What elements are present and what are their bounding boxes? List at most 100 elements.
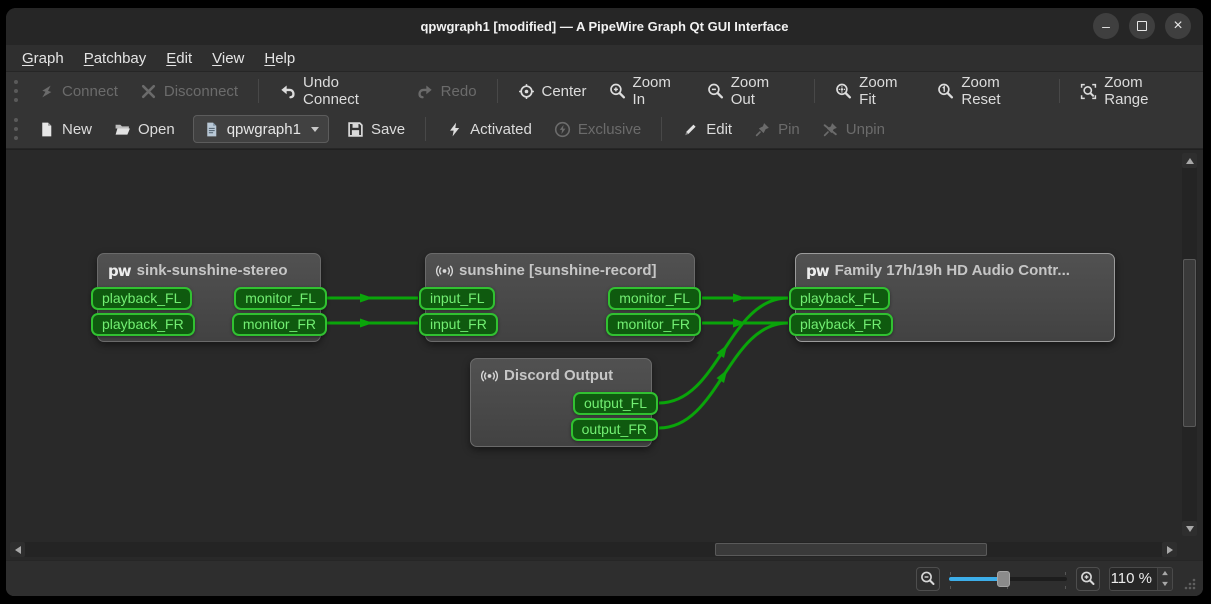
disconnect-button[interactable]: Disconnect [130, 76, 248, 106]
zoom-spinbox[interactable]: 110 % [1109, 567, 1173, 591]
port-input_FL[interactable]: input_FL [419, 287, 495, 310]
new-file-icon [38, 121, 55, 138]
window-title: qpwgraph1 [modified] — A PipeWire Graph … [420, 19, 788, 34]
menubar: Graph Patchbay Edit View Help [6, 45, 1203, 72]
menu-view[interactable]: View [202, 47, 254, 70]
slider-tick [950, 586, 951, 589]
vertical-scrollbar-thumb[interactable] [1183, 259, 1196, 427]
zoom-fit-label: Zoom Fit [859, 74, 915, 108]
port-monitor_FR[interactable]: monitor_FR [606, 313, 701, 336]
minimize-button[interactable]: – [1093, 13, 1119, 39]
activated-icon [446, 121, 463, 138]
edit-button[interactable]: Edit [672, 114, 742, 144]
port-playback_FR[interactable]: playback_FR [789, 313, 893, 336]
scroll-left-button[interactable] [10, 542, 25, 557]
patchbay-selector[interactable]: qpwgraph1 [193, 115, 329, 143]
menu-patchbay[interactable]: Patchbay [74, 47, 157, 70]
graph-node-sink-sunshine-stereo[interactable]: pw sink-sunshine-stereo playback_FL moni… [97, 253, 321, 342]
port-playback_FL[interactable]: playback_FL [789, 287, 890, 310]
window-resize-grip[interactable] [1183, 577, 1197, 591]
graph-canvas[interactable]: pw sink-sunshine-stereo playback_FL moni… [6, 149, 1203, 560]
graph-toolbar: Connect Disconnect Undo Connect Redo [6, 72, 1203, 110]
disconnect-icon [140, 83, 157, 100]
graph-node-family-hd-audio[interactable]: pw Family 17h/19h HD Audio Contr... play… [795, 253, 1115, 342]
port-playback_FL[interactable]: playback_FL [91, 287, 192, 310]
graph-node-sunshine[interactable]: sunshine [sunshine-record] input_FL moni… [425, 253, 695, 342]
save-button[interactable]: Save [337, 114, 415, 144]
node-title: Family 17h/19h HD Audio Contr... [835, 262, 1070, 279]
open-label: Open [138, 121, 175, 138]
slider-tick [950, 572, 951, 575]
scroll-right-button[interactable] [1162, 542, 1177, 557]
minimize-icon: – [1102, 19, 1110, 33]
close-button[interactable]: × [1165, 13, 1191, 39]
pin-button[interactable]: Pin [744, 114, 810, 144]
horizontal-scrollbar-thumb[interactable] [715, 543, 987, 556]
slider-tick [1065, 586, 1066, 589]
node-title: sunshine [sunshine-record] [459, 262, 657, 279]
scroll-down-button[interactable] [1182, 521, 1197, 536]
port-monitor_FR[interactable]: monitor_FR [232, 313, 327, 336]
port-output_FL[interactable]: output_FL [573, 392, 658, 415]
port-monitor_FL[interactable]: monitor_FL [608, 287, 701, 310]
toolbar-separator [661, 117, 662, 141]
undo-connect-button[interactable]: Undo Connect [269, 76, 405, 106]
zoom-out-icon [707, 83, 724, 100]
window-controls: – × [1093, 13, 1191, 39]
exclusive-button[interactable]: Exclusive [544, 114, 651, 144]
horizontal-scrollbar[interactable] [10, 542, 1177, 557]
maximize-icon [1137, 21, 1147, 31]
port-monitor_FL[interactable]: monitor_FL [234, 287, 327, 310]
toolbar-separator [425, 117, 426, 141]
broadcast-icon [436, 262, 453, 279]
vertical-scrollbar[interactable] [1182, 153, 1197, 536]
port-output_FR[interactable]: output_FR [571, 418, 658, 441]
menu-graph[interactable]: Graph [12, 47, 74, 70]
menu-edit[interactable]: Edit [156, 47, 202, 70]
titlebar[interactable]: qpwgraph1 [modified] — A PipeWire Graph … [6, 8, 1203, 45]
center-button[interactable]: Center [508, 76, 597, 106]
node-header: Discord Output [471, 359, 651, 392]
node-header: pw sink-sunshine-stereo [98, 254, 320, 287]
undo-connect-label: Undo Connect [303, 74, 395, 108]
toolbar-separator [497, 79, 498, 103]
statusbar-zoom-in-button[interactable] [1076, 567, 1100, 591]
arrow-up-icon [1186, 158, 1194, 164]
statusbar-zoom-out-button[interactable] [916, 567, 940, 591]
maximize-button[interactable] [1129, 13, 1155, 39]
zoom-fit-button[interactable]: Zoom Fit [825, 76, 925, 106]
open-button[interactable]: Open [104, 114, 185, 144]
unpin-button[interactable]: Unpin [812, 114, 895, 144]
spin-up-button[interactable] [1158, 568, 1172, 579]
connect-button[interactable]: Connect [28, 76, 128, 106]
zoom-fit-icon [835, 83, 852, 100]
zoom-spinbox-value[interactable]: 110 % [1110, 568, 1157, 590]
activated-button[interactable]: Activated [436, 114, 542, 144]
redo-label: Redo [441, 83, 477, 100]
patchbay-selector-value: qpwgraph1 [227, 121, 301, 138]
toolbar-separator [814, 79, 815, 103]
zoom-slider[interactable] [949, 568, 1067, 590]
port-input_FR[interactable]: input_FR [419, 313, 498, 336]
spin-down-button[interactable] [1158, 579, 1172, 590]
slider-fill [949, 577, 1001, 581]
scroll-up-button[interactable] [1182, 153, 1197, 168]
zoom-reset-button[interactable]: Zoom Reset [927, 76, 1049, 106]
chevron-down-icon [311, 127, 319, 132]
zoom-out-label: Zoom Out [731, 74, 794, 108]
new-button[interactable]: New [28, 114, 102, 144]
toolbar-separator [258, 79, 259, 103]
graph-node-discord-output[interactable]: Discord Output output_FL output_FR [470, 358, 652, 447]
arrow-down-icon [1162, 582, 1168, 586]
edit-label: Edit [706, 121, 732, 138]
menu-help[interactable]: Help [254, 47, 305, 70]
toolbar-drag-handle[interactable] [14, 80, 18, 102]
zoom-range-button[interactable]: Zoom Range [1070, 76, 1197, 106]
slider-handle[interactable] [997, 571, 1010, 587]
zoom-out-button[interactable]: Zoom Out [697, 76, 804, 106]
redo-button[interactable]: Redo [407, 76, 487, 106]
port-playback_FR[interactable]: playback_FR [91, 313, 195, 336]
zoom-in-button[interactable]: Zoom In [599, 76, 695, 106]
zoom-reset-label: Zoom Reset [961, 74, 1039, 108]
toolbar-drag-handle[interactable] [14, 118, 18, 140]
